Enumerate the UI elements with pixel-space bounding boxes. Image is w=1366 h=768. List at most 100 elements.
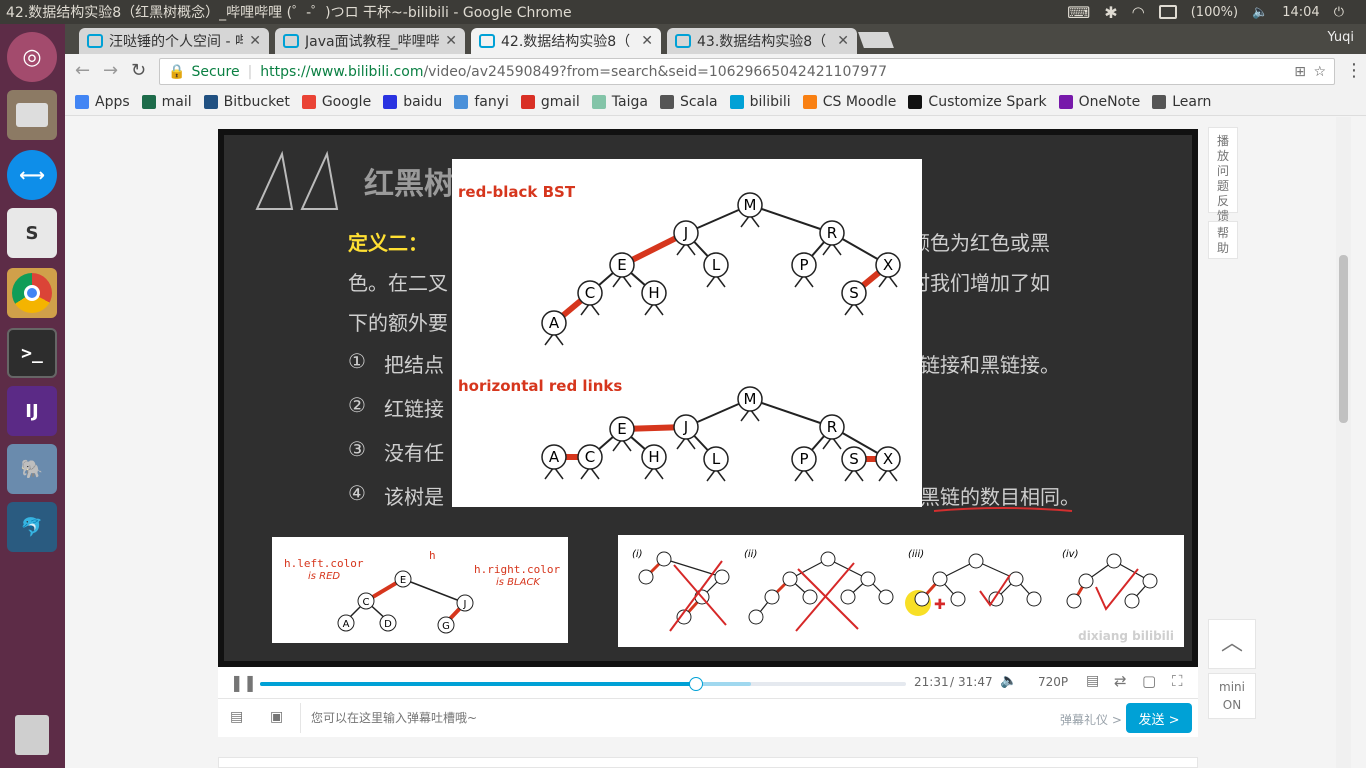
close-icon[interactable]: ✕ xyxy=(837,33,849,49)
danmaku-toggle-icon[interactable]: ▤ xyxy=(1086,673,1099,689)
bookmark-customize-spark[interactable]: Customize Spark xyxy=(908,94,1047,110)
menu-icon[interactable]: ⋮ xyxy=(1345,60,1363,81)
tree-node-label: H xyxy=(648,284,659,302)
keyboard-icon[interactable]: ⌨ xyxy=(1067,3,1090,22)
translate-icon[interactable]: ⊞ xyxy=(1294,64,1306,80)
bookmark-bitbucket[interactable]: Bitbucket xyxy=(203,94,290,110)
danmaku-etiquette-link[interactable]: 弹幕礼仪 > xyxy=(1060,711,1122,728)
scrollbar-thumb[interactable] xyxy=(1339,255,1348,423)
terminal-icon[interactable]: >_ xyxy=(7,328,57,378)
bookmark-icon xyxy=(729,94,744,109)
close-icon[interactable]: ✕ xyxy=(641,33,653,49)
power-icon[interactable]: ⏻ xyxy=(1334,5,1344,20)
tree-node-label: L xyxy=(712,256,721,274)
chalk-title: 红黑树 xyxy=(364,167,454,202)
wifi-icon[interactable]: ◠ xyxy=(1132,3,1145,21)
pause-icon[interactable]: ❚❚ xyxy=(230,673,257,692)
send-button[interactable]: 发送 > xyxy=(1126,703,1192,733)
bookmark-star-icon[interactable]: ☆ xyxy=(1313,64,1326,80)
tab-video-42[interactable]: 42.数据结构实验8（ ✕ xyxy=(471,28,661,54)
tree-node-label: J xyxy=(683,224,688,242)
danmaku-input[interactable] xyxy=(300,703,1040,733)
video-player[interactable]: 红黑树 定义二： 颜色为红色或黑 色。在二叉 时我们增加了如 下的额外要 ① 把… xyxy=(218,129,1198,667)
svg-text:E: E xyxy=(400,575,406,586)
clock[interactable]: 14:04 xyxy=(1282,5,1319,20)
danmaku-pip-icon[interactable]: ▣ xyxy=(270,709,283,725)
ubuntu-icon[interactable]: ◎ xyxy=(7,32,57,82)
chalk-line2-head: 色。在二叉 xyxy=(348,271,448,295)
progress-bar[interactable] xyxy=(260,677,906,691)
tv-icon[interactable]: ▢ xyxy=(1142,672,1156,690)
mysql-workbench-icon[interactable]: 🐬 xyxy=(7,502,57,552)
bilibili-icon xyxy=(479,34,495,48)
reload-icon[interactable]: ↻ xyxy=(131,60,146,81)
loop-icon[interactable]: ⇄ xyxy=(1114,672,1127,690)
bookmark-gmail[interactable]: gmail xyxy=(520,94,580,110)
teamviewer-icon[interactable]: ⟷ xyxy=(7,150,57,200)
bookmark-taiga[interactable]: Taiga xyxy=(591,94,648,110)
close-icon[interactable]: ✕ xyxy=(249,33,261,49)
bookmark-apps[interactable]: Apps xyxy=(75,94,130,110)
bookmark-fanyi[interactable]: fanyi xyxy=(454,94,509,110)
item2-num: ② xyxy=(348,393,366,417)
tree-node-label: P xyxy=(799,256,808,274)
danmaku-style-icon[interactable]: ▤ xyxy=(230,709,243,725)
url-divider: | xyxy=(247,63,253,80)
svg-text:G: G xyxy=(442,621,450,632)
tree-node-label: R xyxy=(827,224,837,242)
chalk-line2-tail: 时我们增加了如 xyxy=(910,271,1050,295)
tab-video-43[interactable]: 43.数据结构实验8（ ✕ xyxy=(667,28,857,54)
item3-num: ③ xyxy=(348,437,366,461)
tree-node-label: M xyxy=(744,390,757,408)
bookmark-mail[interactable]: mail xyxy=(141,94,192,110)
slide-rotation-example: h.left.color is RED h h.right.color is B… xyxy=(272,537,568,643)
trash-icon[interactable] xyxy=(7,710,57,760)
profile-name[interactable]: Yuqi xyxy=(1327,30,1354,45)
bookmark-icon xyxy=(1058,94,1073,109)
bookmark-cs-moodle[interactable]: CS Moodle xyxy=(802,94,896,110)
battery-icon[interactable] xyxy=(1158,5,1177,19)
postgresql-icon[interactable]: 🐘 xyxy=(7,444,57,494)
tab-java[interactable]: Java面试教程_哔哩哔 ✕ xyxy=(275,28,465,54)
new-tab-button[interactable] xyxy=(858,32,894,48)
progress-handle[interactable] xyxy=(689,677,704,691)
help-button[interactable]: 帮助 xyxy=(1208,221,1238,259)
chrome-icon[interactable] xyxy=(7,268,57,318)
item4-num: ④ xyxy=(348,481,366,505)
tab-space[interactable]: 汪哒锤的个人空间 - 哔 ✕ xyxy=(79,28,269,54)
danmaku-bar: ▤ ▣ 弹幕礼仪 > 发送 > xyxy=(218,699,1198,737)
bookmark-icon xyxy=(659,94,674,109)
tree-node-label: X xyxy=(883,256,893,274)
tree-node-label: M xyxy=(744,196,757,214)
settings-icon[interactable]: ✱ xyxy=(1104,3,1117,22)
fullscreen-icon[interactable]: ⛶ xyxy=(1172,672,1183,690)
tree-node-label: E xyxy=(617,420,626,438)
item1-head: 把结点 xyxy=(384,353,444,377)
forward-icon[interactable]: → xyxy=(103,60,118,81)
tree-node-label: C xyxy=(585,284,595,302)
url-path: /video/av24590849?from=search&seid=10629… xyxy=(423,63,887,80)
bookmark-learn[interactable]: Learn xyxy=(1152,94,1211,110)
bookmark-baidu[interactable]: baidu xyxy=(383,94,442,110)
back-icon[interactable]: ← xyxy=(75,60,90,81)
back-to-top-button[interactable]: ︿ xyxy=(1208,619,1256,669)
svg-text:C: C xyxy=(363,597,370,608)
intellij-icon[interactable]: IJ xyxy=(7,386,57,436)
bookmark-google[interactable]: Google xyxy=(301,94,371,110)
slack-icon[interactable]: S xyxy=(7,208,57,258)
close-icon[interactable]: ✕ xyxy=(445,33,457,49)
files-icon[interactable] xyxy=(7,90,57,140)
feedback-button[interactable]: 播放问题反馈 xyxy=(1208,127,1238,223)
volume-icon[interactable]: 🔈 xyxy=(1252,5,1268,20)
mini-player-toggle[interactable]: mini ON xyxy=(1208,673,1256,719)
chalk-line3-head: 下的额外要 xyxy=(348,311,448,335)
volume-icon[interactable]: 🔈 xyxy=(1000,673,1017,689)
bookmark-onenote[interactable]: OneNote xyxy=(1058,94,1140,110)
watermark: dixiang bilibili xyxy=(1078,629,1174,643)
bookmark-bilibili[interactable]: bilibili xyxy=(729,94,791,110)
bookmark-scala[interactable]: Scala xyxy=(659,94,718,110)
quality-selector[interactable]: 720P xyxy=(1038,675,1068,689)
page-scrollbar[interactable] xyxy=(1336,117,1351,768)
battery-level: (100%) xyxy=(1190,4,1239,20)
address-bar[interactable]: 🔒 Secure | https://www.bilibili.com /vid… xyxy=(159,58,1335,85)
